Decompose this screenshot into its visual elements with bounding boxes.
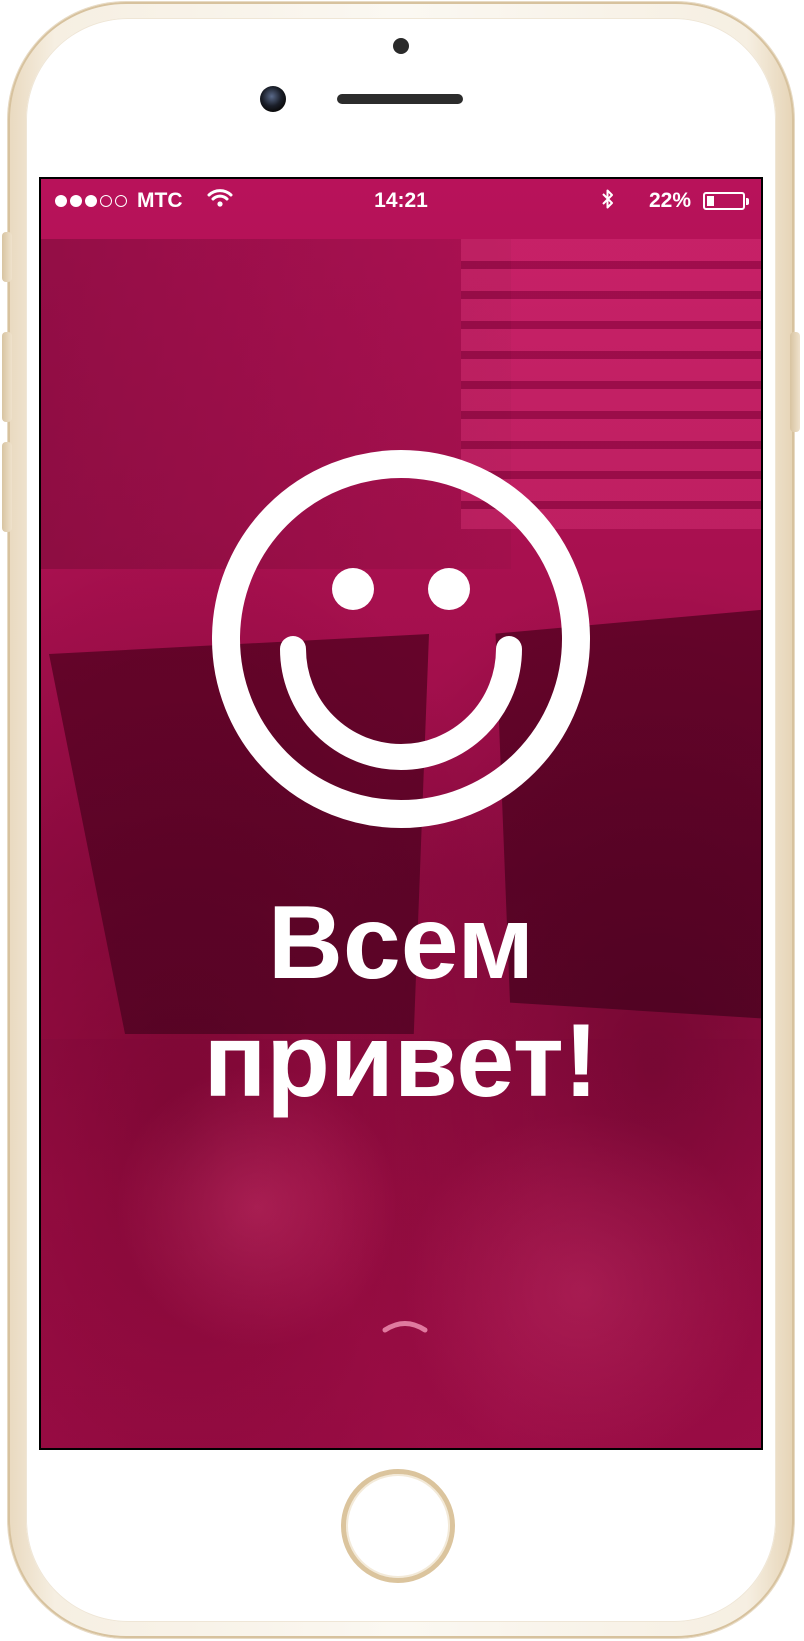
- status-bar: МТС 14:21 22%: [41, 179, 761, 221]
- bluetooth-icon: [601, 187, 615, 217]
- volume-down-button: [2, 442, 12, 532]
- battery-percent: 22%: [648, 189, 691, 212]
- greeting-line-2: привет!: [203, 1003, 599, 1119]
- front-camera: [260, 86, 286, 112]
- smiley-face-icon: [212, 450, 590, 828]
- greeting-text: Всем привет!: [41, 884, 761, 1120]
- power-button: [790, 332, 800, 432]
- chevron-up-icon[interactable]: [381, 1319, 429, 1333]
- greeting-line-1: Всем: [267, 885, 535, 1001]
- battery-icon: [703, 192, 749, 210]
- earpiece-speaker: [337, 94, 463, 104]
- volume-up-button: [2, 332, 12, 422]
- battery-level-fill: [707, 196, 714, 206]
- proximity-sensor: [393, 38, 409, 54]
- device-screen: МТС 14:21 22% Всем привет!: [39, 177, 763, 1450]
- splash-screen: МТС 14:21 22% Всем привет!: [41, 179, 761, 1448]
- home-button[interactable]: [341, 1469, 455, 1583]
- mute-switch: [2, 232, 12, 282]
